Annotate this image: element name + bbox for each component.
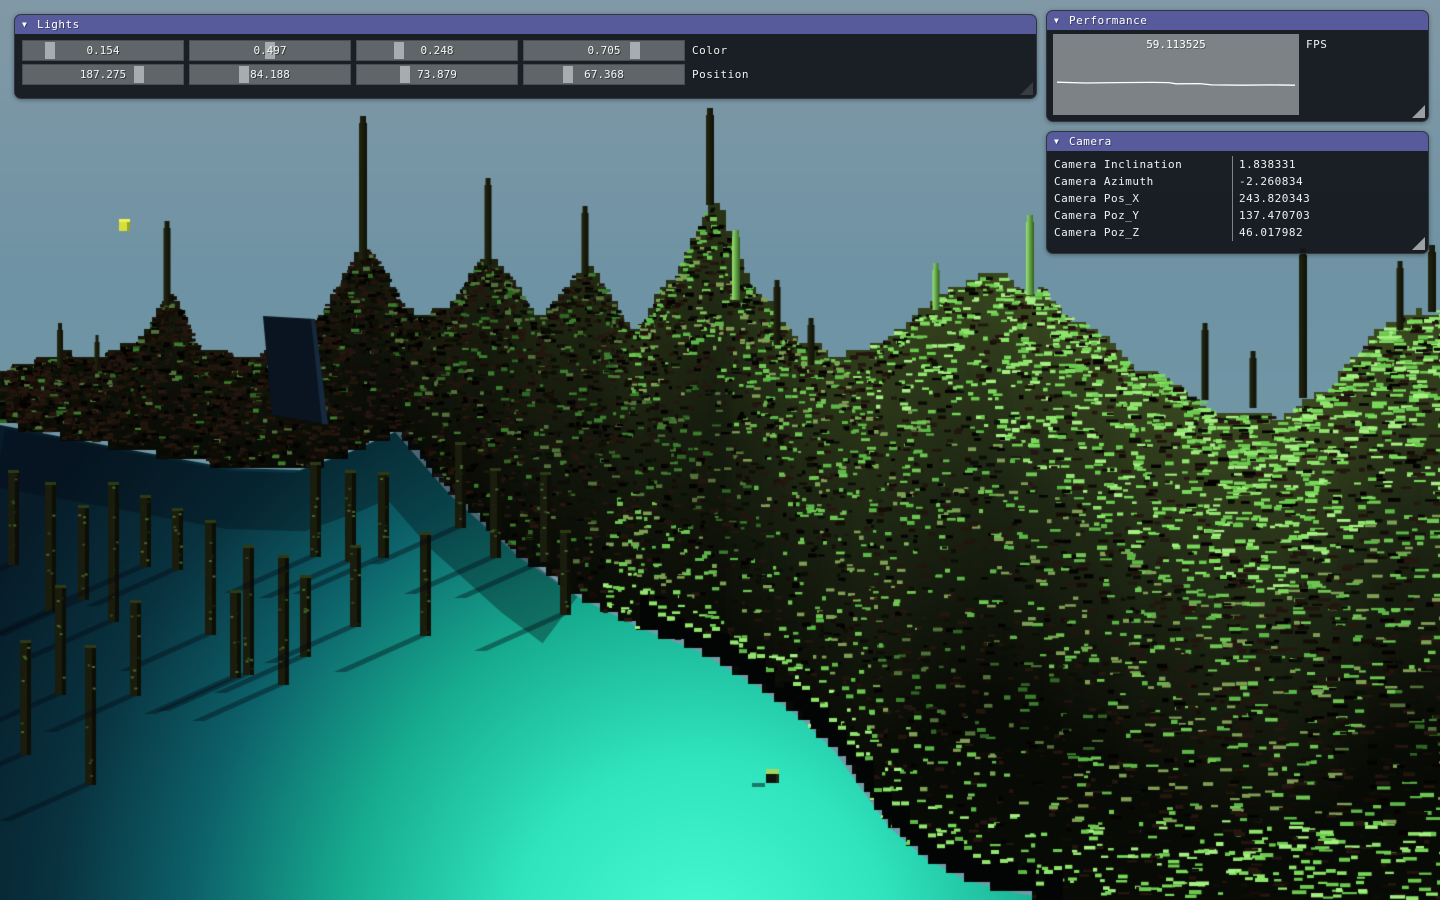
- camera-row-label: Camera Pos_X: [1054, 190, 1139, 207]
- slider-value: 187.275: [22, 64, 184, 85]
- performance-panel: ▼ Performance 59.113525 FPS: [1046, 10, 1429, 122]
- light-color-slider-2[interactable]: 0.497: [189, 40, 351, 61]
- light-color-slider-3[interactable]: 0.248: [356, 40, 518, 61]
- camera-row-value: -2.260834: [1239, 173, 1303, 190]
- resize-grip-icon[interactable]: [1412, 105, 1425, 118]
- camera-panel-header[interactable]: ▼ Camera: [1047, 132, 1428, 151]
- lights-panel-title: Lights: [37, 15, 80, 34]
- lights-panel: ▼ Lights 0.154 0.497 0.248 0.705 Color 1…: [14, 14, 1037, 99]
- slider-value: 0.154: [22, 40, 184, 61]
- camera-row-value: 137.470703: [1239, 207, 1310, 224]
- light-position-slider-4[interactable]: 67.368: [523, 64, 685, 85]
- light-position-row: 187.275 84.188 73.879 67.368 Position: [22, 64, 1029, 85]
- performance-panel-header[interactable]: ▼ Performance: [1047, 11, 1428, 30]
- lights-panel-header[interactable]: ▼ Lights: [15, 15, 1036, 34]
- light-position-row-label: Position: [692, 64, 749, 85]
- camera-rows: Camera Inclination 1.838331 Camera Azimu…: [1047, 156, 1428, 241]
- light-color-slider-4[interactable]: 0.705: [523, 40, 685, 61]
- light-color-row: 0.154 0.497 0.248 0.705 Color: [22, 40, 1029, 61]
- light-color-row-label: Color: [692, 40, 728, 61]
- collapse-arrow-icon[interactable]: ▼: [1054, 132, 1059, 151]
- camera-row-inclination: Camera Inclination 1.838331: [1047, 156, 1428, 173]
- camera-row-value: 243.820343: [1239, 190, 1310, 207]
- lights-panel-body: 0.154 0.497 0.248 0.705 Color 187.275 84…: [22, 40, 1029, 88]
- camera-panel: ▼ Camera Camera Inclination 1.838331 Cam…: [1046, 131, 1429, 254]
- camera-row-label: Camera Poz_Z: [1054, 224, 1139, 241]
- slider-value: 73.879: [356, 64, 518, 85]
- slider-value: 0.497: [189, 40, 351, 61]
- light-position-slider-1[interactable]: 187.275: [22, 64, 184, 85]
- collapse-arrow-icon[interactable]: ▼: [22, 15, 27, 34]
- camera-row-pos-y: Camera Poz_Y 137.470703: [1047, 207, 1428, 224]
- slider-value: 0.705: [523, 40, 685, 61]
- camera-row-label: Camera Inclination: [1054, 156, 1182, 173]
- camera-panel-title: Camera: [1069, 132, 1112, 151]
- fps-value: 59.113525: [1053, 38, 1299, 51]
- slider-value: 0.248: [356, 40, 518, 61]
- camera-row-value: 46.017982: [1239, 224, 1303, 241]
- camera-row-value: 1.838331: [1239, 156, 1296, 173]
- fps-graph: 59.113525: [1053, 34, 1299, 115]
- fps-label: FPS: [1306, 38, 1327, 51]
- camera-row-pos-z: Camera Poz_Z 46.017982: [1047, 224, 1428, 241]
- light-position-slider-2[interactable]: 84.188: [189, 64, 351, 85]
- camera-row-pos-x: Camera Pos_X 243.820343: [1047, 190, 1428, 207]
- light-color-slider-1[interactable]: 0.154: [22, 40, 184, 61]
- camera-row-label: Camera Azimuth: [1054, 173, 1154, 190]
- camera-row-azimuth: Camera Azimuth -2.260834: [1047, 173, 1428, 190]
- slider-value: 67.368: [523, 64, 685, 85]
- performance-panel-title: Performance: [1069, 11, 1147, 30]
- light-position-slider-3[interactable]: 73.879: [356, 64, 518, 85]
- collapse-arrow-icon[interactable]: ▼: [1054, 11, 1059, 30]
- camera-row-label: Camera Poz_Y: [1054, 207, 1139, 224]
- slider-value: 84.188: [189, 64, 351, 85]
